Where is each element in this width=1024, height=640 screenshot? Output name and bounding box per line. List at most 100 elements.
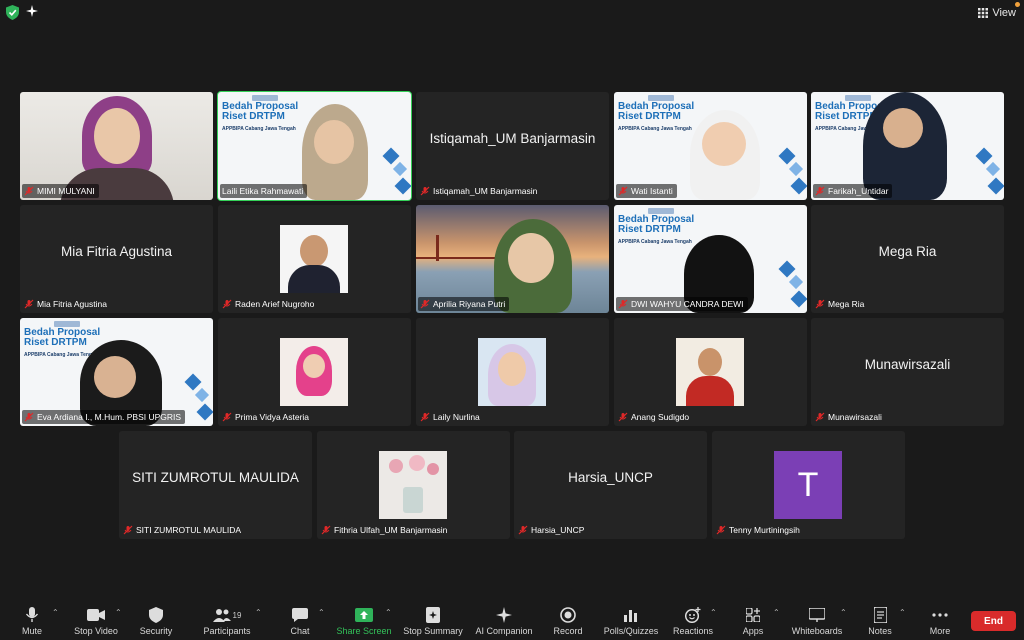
participant-name: Istiqamah_UM Banjarmasin — [433, 186, 538, 196]
participants-label: Participants — [203, 626, 251, 636]
video-options-caret[interactable]: ⌃ — [115, 608, 122, 617]
shield-check-icon[interactable] — [6, 5, 19, 20]
participant-tile[interactable]: SITI ZUMROTUL MAULIDA SITI ZUMROTUL MAUL… — [119, 431, 312, 539]
end-meeting-button[interactable]: End — [971, 611, 1016, 631]
notes-options-caret[interactable]: ⌃ — [899, 608, 906, 617]
banner-subtitle: APPBIPA Cabang Jawa Tengah — [222, 126, 296, 132]
ai-companion-button[interactable]: AI Companion — [474, 606, 534, 640]
participant-name-bar: Aprilia Riyana Putri — [418, 297, 510, 311]
participant-tile[interactable]: Fithria Ulfah_UM Banjarmasin — [317, 431, 510, 539]
participant-name: Mega Ria — [828, 299, 865, 309]
participant-tile[interactable]: Bedah Proposal Riset DRTPM APPBIPA Cabang… — [811, 92, 1004, 200]
participant-tile[interactable]: Raden Arief Nugroho — [218, 205, 411, 313]
participant-tile[interactable]: Prima Vidya Asteria — [218, 318, 411, 426]
participant-name-bar: Fithria Ulfah_UM Banjarmasin — [319, 523, 451, 537]
whiteboards-options-caret[interactable]: ⌃ — [840, 608, 847, 617]
view-button[interactable]: View — [978, 4, 1016, 22]
top-bar: View — [0, 0, 1024, 26]
decorative-cubes — [975, 147, 1004, 195]
participant-tile[interactable]: Laily Nurlina — [416, 318, 609, 426]
reactions-options-caret[interactable]: ⌃ — [710, 608, 717, 617]
participant-tile[interactable]: MIMI MULYANI — [20, 92, 213, 200]
participant-name: Farikah_Untidar — [828, 186, 889, 196]
participant-name: Prima Vidya Asteria — [235, 412, 310, 422]
share-screen-button[interactable]: Share Screen — [336, 606, 392, 640]
polls-label: Polls/Quizzes — [603, 626, 659, 636]
participants-button[interactable]: 19 Participants — [200, 606, 254, 640]
participant-tile[interactable]: Bedah Proposal Riset DRTPM APPBIPA Cabang… — [614, 92, 807, 200]
participant-name: Anang Sudigdo — [631, 412, 690, 422]
stop-summary-button[interactable]: Stop Summary — [402, 606, 464, 640]
decorative-cubes — [382, 147, 411, 195]
participant-tile[interactable]: Anang Sudigdo — [614, 318, 807, 426]
emoji-add-icon — [685, 607, 701, 623]
profile-photo — [478, 338, 546, 406]
notes-icon — [873, 607, 887, 623]
profile-photo — [379, 451, 447, 519]
polls-button[interactable]: Polls/Quizzes — [602, 606, 660, 640]
view-label: View — [992, 7, 1016, 19]
participant-name-bar: Raden Arief Nugroho — [220, 297, 318, 311]
mic-muted-icon — [618, 186, 628, 196]
participant-tile[interactable]: Bedah Proposal Riset DRTPM APPBIPA Cabang… — [20, 318, 213, 426]
share-options-caret[interactable]: ⌃ — [385, 608, 392, 617]
participant-name-bar: Laili Etika Rahmawati — [220, 184, 308, 198]
stop-summary-label: Stop Summary — [403, 626, 463, 636]
participant-tile[interactable]: Bedah Proposal Riset DRTPM APPBIPA Cabang… — [614, 205, 807, 313]
bar-chart-icon — [624, 610, 637, 622]
notification-dot — [1015, 2, 1020, 7]
participant-name-bar: Eva Ardiana I., M.Hum. PBSI UPGRIS — [22, 410, 186, 424]
participant-tile[interactable]: Harsia_UNCP Harsia_UNCP — [514, 431, 707, 539]
participant-tile[interactable]: Istiqamah_UM Banjarmasin Istiqamah_UM Ba… — [416, 92, 609, 200]
people-icon — [212, 609, 231, 622]
participant-name: Tenny Murtiningsih — [729, 525, 800, 535]
mic-muted-icon — [815, 412, 825, 422]
participant-name-bar: Istiqamah_UM Banjarmasin — [418, 184, 541, 198]
participant-name-bar: Tenny Murtiningsih — [714, 523, 804, 537]
mute-label: Mute — [21, 626, 42, 636]
participant-tile[interactable]: Bedah Proposal Riset DRTPM APPBIPA Cabang… — [217, 91, 412, 201]
mic-muted-icon — [24, 412, 34, 422]
mute-button[interactable]: Mute — [14, 606, 50, 640]
record-label: Record — [553, 626, 583, 636]
mic-muted-icon — [24, 299, 34, 309]
participant-name-bar: Prima Vidya Asteria — [220, 410, 313, 424]
grid-icon — [978, 8, 989, 18]
chat-options-caret[interactable]: ⌃ — [318, 608, 325, 617]
mic-muted-icon — [24, 186, 34, 196]
participant-display-name: Mega Ria — [878, 243, 937, 259]
mic-muted-icon — [815, 186, 825, 196]
whiteboards-button[interactable]: Whiteboards — [790, 606, 844, 640]
participants-options-caret[interactable]: ⌃ — [255, 608, 262, 617]
ellipsis-icon — [932, 613, 948, 617]
participant-tile[interactable]: Mia Fitria Agustina Mia Fitria Agustina — [20, 205, 213, 313]
participant-name-bar: Mega Ria — [813, 297, 868, 311]
chat-button[interactable]: Chat — [284, 606, 316, 640]
security-button[interactable]: Security — [136, 606, 176, 640]
participant-tile[interactable]: Aprilia Riyana Putri — [416, 205, 609, 313]
more-button[interactable]: More — [924, 606, 956, 640]
participant-display-name: Mia Fitria Agustina — [60, 243, 173, 259]
notes-button[interactable]: Notes — [864, 606, 896, 640]
record-button[interactable]: Record — [550, 606, 586, 640]
apps-button[interactable]: Apps — [738, 606, 768, 640]
mute-options-caret[interactable]: ⌃ — [52, 608, 59, 617]
participant-name-bar: MIMI MULYANI — [22, 184, 99, 198]
participant-name: Laily Nurlina — [433, 412, 480, 422]
sparkle-icon — [496, 607, 512, 623]
ai-companion-label: AI Companion — [475, 626, 533, 636]
avatar: T — [774, 451, 842, 519]
participant-tile[interactable]: Mega Ria Mega Ria — [811, 205, 1004, 313]
participant-tile[interactable]: T Tenny Murtiningsih — [712, 431, 905, 539]
participant-tile[interactable]: Munawirsazali Munawirsazali — [811, 318, 1004, 426]
apps-options-caret[interactable]: ⌃ — [773, 608, 780, 617]
mic-muted-icon — [420, 299, 430, 309]
profile-photo — [280, 338, 348, 406]
banner-title-2: Riset DRTPM — [618, 111, 681, 122]
mic-muted-icon — [618, 299, 628, 309]
participant-name-bar: Harsia_UNCP — [516, 523, 588, 537]
sparkle-icon[interactable] — [26, 5, 38, 17]
video-camera-icon — [87, 609, 105, 621]
mic-muted-icon — [716, 525, 726, 535]
participant-name: Munawirsazali — [828, 412, 882, 422]
